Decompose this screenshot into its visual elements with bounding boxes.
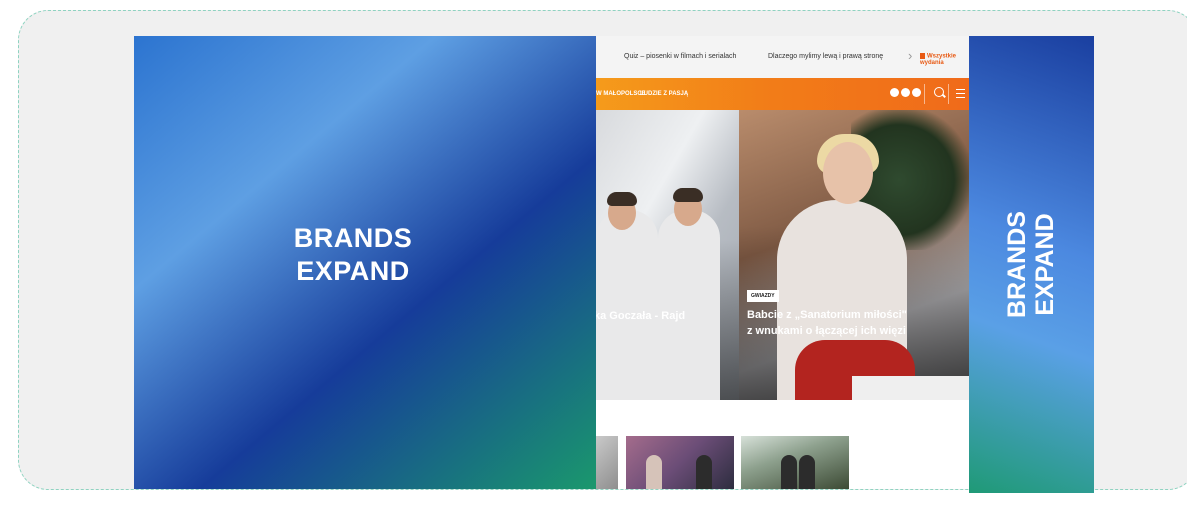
thumbnail-3[interactable] (741, 436, 849, 489)
photo-figure (646, 455, 662, 489)
photo-figure (799, 455, 815, 489)
ad-right-text: BRANDS EXPAND (1002, 211, 1059, 318)
site-navbar: W MAŁOPOLSCE LUDZIE Z PASJĄ (596, 78, 972, 110)
ad-left-line2: EXPAND (296, 255, 410, 286)
hamburger-menu-icon[interactable] (956, 89, 965, 101)
photo-person (596, 210, 658, 400)
category-badge[interactable]: GWIAZDY (747, 290, 779, 302)
hero-left-title[interactable]: ka Goczała - Rajd (596, 310, 685, 322)
ad-right-line1: BRANDS (1002, 211, 1031, 318)
facebook-icon[interactable] (890, 88, 899, 97)
photo-person (658, 210, 720, 400)
thumbnail-2[interactable] (626, 436, 734, 489)
brands-expand-ad-left[interactable]: BRANDS EXPAND (134, 36, 604, 489)
all-editions-label: Wszystkie wydania (920, 53, 957, 66)
nav-item-ludzie[interactable]: LUDZIE Z PASJĄ (640, 91, 688, 97)
all-editions-link[interactable]: Wszystkie wydania (920, 53, 972, 66)
nav-divider (924, 84, 925, 104)
ad-right-line2: EXPAND (1030, 213, 1059, 316)
site-topbar: Quiz – piosenki w filmach i serialach Dl… (596, 36, 972, 78)
embedded-site-screenshot: Quiz – piosenki w filmach i serialach Dl… (596, 36, 972, 489)
search-icon[interactable] (934, 87, 944, 97)
ad-left-text: BRANDS EXPAND (253, 222, 453, 287)
telegram-icon[interactable] (912, 88, 921, 97)
hero-article-left[interactable]: ka Goczała - Rajd (596, 110, 739, 400)
nav-item-malopolska[interactable]: W MAŁOPOLSCE (596, 91, 646, 97)
photo-figure (781, 455, 797, 489)
photo-figure (696, 455, 712, 489)
chevron-right-icon[interactable]: › (908, 48, 912, 63)
page-stage: BRANDS EXPAND Quiz – piosenki w filmach … (0, 0, 1187, 515)
ad-left-line1: BRANDS (293, 223, 413, 254)
nav-divider (948, 84, 949, 104)
social-icons (890, 88, 921, 97)
photo-hair (673, 188, 703, 202)
brands-expand-ad-right[interactable]: BRANDS EXPAND (969, 36, 1094, 493)
topbar-link-quiz[interactable]: Quiz – piosenki w filmach i serialach (624, 53, 736, 60)
hero-article-right[interactable]: GWIAZDY Babcie z „Sanatorium miłości" z … (739, 110, 972, 400)
newspaper-icon (920, 53, 925, 59)
hero-section: ka Goczała - Rajd GWIAZDY Babcie z „Sana… (596, 110, 972, 400)
topbar-link-article[interactable]: Dlaczego mylimy lewą i prawą stronę (768, 53, 883, 60)
caption-box (852, 376, 972, 400)
instagram-icon[interactable] (901, 88, 910, 97)
photo-woman-head (823, 142, 873, 204)
thumbnail-row (596, 436, 972, 489)
photo-hair (607, 192, 637, 206)
thumbnail-1[interactable] (596, 436, 618, 489)
hero-right-title[interactable]: Babcie z „Sanatorium miłości" z wnukami … (747, 308, 907, 340)
